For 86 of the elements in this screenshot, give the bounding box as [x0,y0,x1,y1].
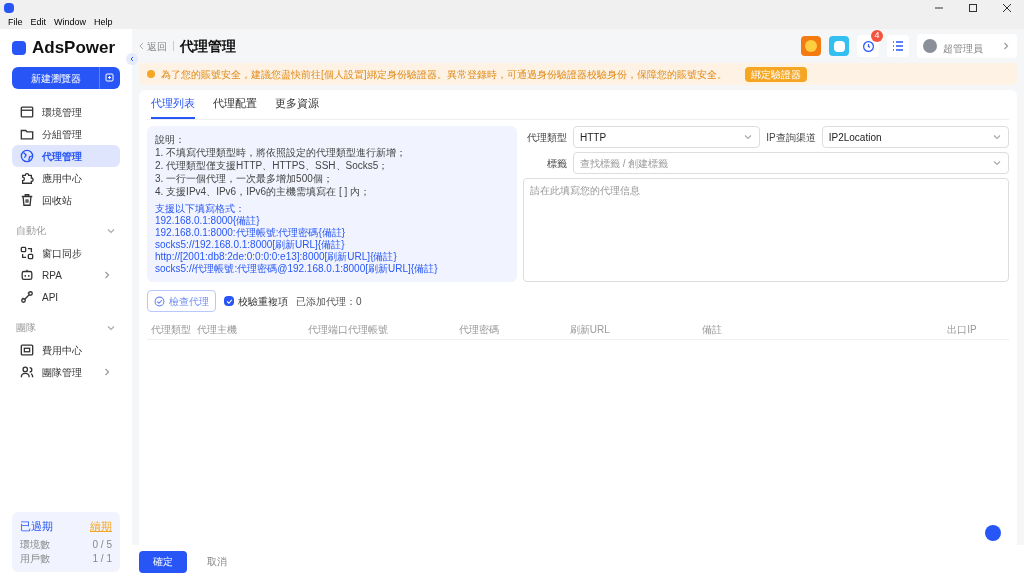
format-example: 192.168.0.1:8000:代理帳號:代理密碼{備註} [155,227,347,239]
globe-icon [20,149,34,163]
column-header: 代理密碼 [459,324,500,335]
instruction-line: 2. 代理類型僅支援HTTP、HTTPS、SSH、Socks5； [155,159,390,172]
confirm-button[interactable]: 確定 [139,550,187,573]
tab[interactable]: 更多資源 [275,90,319,119]
list-icon[interactable] [892,40,904,52]
sidebar-item[interactable]: 分組管理 [12,123,120,145]
column-header: 代理帳號 [348,324,389,335]
menu-item[interactable]: File [8,15,23,30]
puzzle-icon [20,171,34,185]
notification-badge: 4 [871,30,883,42]
menu-item[interactable]: Window [54,15,87,30]
logo-text: AdsPower [32,37,116,60]
format-example: socks5://192.168.0.1:8000[刷新URL]{備註} [155,239,346,251]
proxy-type-select[interactable]: HTTP [573,126,761,148]
window-icon [20,105,34,119]
cancel-button[interactable]: 取消 [199,550,235,573]
sidebar-item[interactable]: 窗口同步 [12,242,120,264]
chevron-right-icon [1001,41,1011,51]
plan-label: 環境數 [20,538,50,552]
proxy-input-field[interactable]: 請在此填寫您的代理信息 [523,178,1009,282]
avatar-icon [923,39,937,53]
folder-icon [20,127,34,141]
sidebar-item[interactable]: 回收站 [12,189,120,211]
collapse-sidebar-button[interactable] [126,53,138,65]
proxy-count: 已添加代理：0 [296,294,362,309]
sync-icon [20,246,34,260]
users-icon [20,365,34,379]
chevron-down-icon [992,158,1002,168]
column-header: 代理主機 [197,324,238,335]
column-header: 刷新URL [569,324,610,335]
checkmark-icon [225,297,233,305]
format-example: http://[2001:db8:2de:0:0:0:0:e13]:8000[刷新URL]{備註} [155,251,398,263]
sidebar-item[interactable]: RPA [12,264,120,286]
warning-text: 為了您的賬號安全，建議您盡快前往[個人設置]綁定身份驗證器。異常登錄時，可通過身份驗證器校驗身份，保障您的賬號安全。 [161,67,727,82]
plan-status: 已過期 [20,518,53,534]
user-role: 超管理員 [943,42,984,56]
page-title: 代理管理 [180,36,236,56]
robot-icon [20,268,34,282]
section-title: 團隊 [16,321,36,335]
formats-title: 支援以下填寫格式： [155,203,246,215]
close-icon[interactable] [1002,3,1012,13]
column-header: 備註 [701,324,722,335]
app-icon [4,3,14,13]
tab[interactable]: 代理配置 [213,90,257,119]
warning-icon [147,70,155,78]
sidebar-item[interactable]: 環境管理 [12,101,120,123]
sidebar-item[interactable]: 代理管理 [12,145,120,167]
field-label: IP查詢渠道 [766,130,816,145]
maximize-icon[interactable] [968,3,978,13]
chevron-down-icon [743,132,754,142]
plan-value: 0 / 5 [92,538,112,552]
instruction-line: 3. 一行一個代理，一次最多增加500個； [155,172,334,185]
format-example: 192.168.0.1:8000{備註} [155,215,261,227]
trash-icon [20,193,34,207]
user-card[interactable]: 超管理員 [917,34,1017,58]
plan-label: 用戶數 [20,552,50,566]
sidebar-item[interactable]: 費用中心 [12,339,120,361]
menu-item[interactable]: Help [94,15,113,30]
field-label: 代理類型 [526,130,567,145]
chevron-down-icon [992,132,1002,142]
plug-icon [20,290,34,304]
column-header: 代理端口 [307,324,348,335]
instruction-line: 1. 不填寫代理類型時，將依照設定的代理類型進行新增； [155,146,408,159]
ip-channel-select[interactable]: IP2Location [821,126,1009,148]
add-copy-icon [105,73,115,83]
plan-value: 1 / 1 [92,552,112,566]
section-title: 自動化 [16,224,46,238]
sidebar-item[interactable]: 應用中心 [12,167,120,189]
instruction-line: 說明： [155,133,186,146]
instruction-line: 4. 支援IPv4、IPv6，IPv6的主機需填寫在 [ ] 內； [155,185,372,198]
tab[interactable]: 代理列表 [151,90,195,119]
help-chat-button[interactable] [985,525,1001,541]
column-header: 代理類型 [151,324,191,335]
bill-icon [20,343,34,357]
sidebar-item[interactable]: API [12,286,120,308]
check-circle-icon [154,295,165,307]
menu-item[interactable]: Edit [30,15,47,30]
column-header: 出口IP [947,324,977,335]
format-example: socks5://代理帳號:代理密碼@192.168.0.1:8000[刷新URL]{備註} [155,263,439,275]
field-label: 標籤 [546,156,567,171]
dedupe-checkbox[interactable]: 校驗重複項 [224,293,288,309]
sidebar-item[interactable]: 團隊管理 [12,361,120,383]
back-link[interactable]: 返回 [139,38,167,54]
logo-icon [12,41,26,55]
